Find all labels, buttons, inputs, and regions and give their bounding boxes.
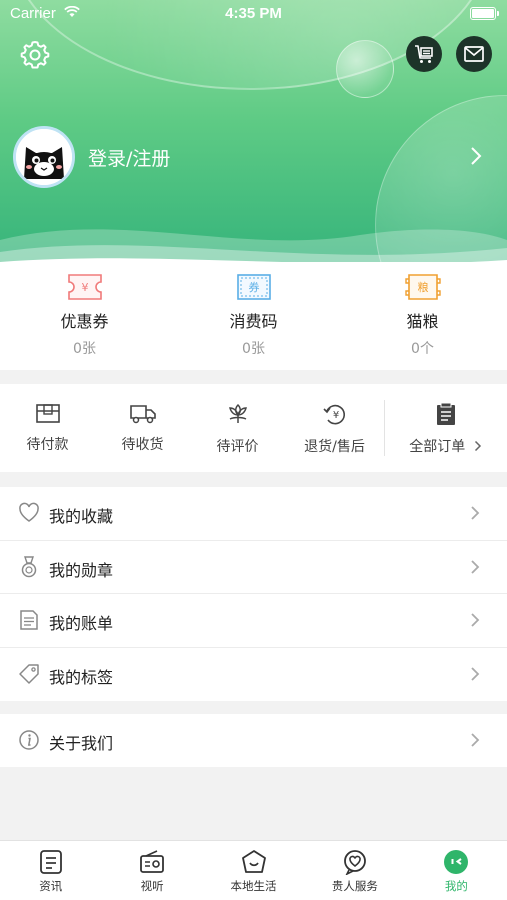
asset-value: 0张 xyxy=(73,341,96,357)
header-wave xyxy=(0,229,507,262)
chevron-right-icon[interactable] xyxy=(470,146,482,166)
orders-row: 待付款 待收货 待评价 ¥ 退货/售后 全部订单 xyxy=(0,384,507,472)
chevron-right-icon xyxy=(474,440,481,452)
svg-text:券: 券 xyxy=(248,280,259,294)
tab-local-life[interactable]: 本地生活 xyxy=(203,841,304,900)
asset-label: 消费码 xyxy=(229,312,278,331)
clipboard-icon xyxy=(436,402,455,425)
menu-item-bills[interactable]: 我的账单 xyxy=(0,594,507,648)
chevron-right-icon xyxy=(471,666,480,681)
order-all[interactable]: 全部订单 xyxy=(384,384,507,472)
order-label: 全部订单 xyxy=(384,436,507,456)
order-label: 退货/售后 xyxy=(304,439,365,455)
menu-item-label: 我的收藏 xyxy=(49,507,114,526)
tag-icon xyxy=(19,663,39,684)
svg-text:¥: ¥ xyxy=(332,410,338,421)
asset-value: 0张 xyxy=(242,341,265,357)
order-label: 待评价 xyxy=(216,439,259,455)
menu-item-medals[interactable]: 我的勋章 xyxy=(0,541,507,594)
tab-bar: 资讯 视听 本地生活 贵人服务 我的 xyxy=(0,840,507,900)
order-pending-review[interactable]: 待评价 xyxy=(190,384,285,472)
svg-text:¥: ¥ xyxy=(81,281,88,294)
tab-label: 视听 xyxy=(140,879,164,893)
assets-row: ¥ 优惠券 0张 券 消费码 0张 粮 猫粮 0个 xyxy=(0,262,507,370)
tab-vip-service[interactable]: 贵人服务 xyxy=(304,841,405,900)
avatar[interactable] xyxy=(13,126,75,188)
asset-label: 优惠券 xyxy=(60,312,109,331)
chevron-right-icon xyxy=(471,506,480,520)
profile-header: Carrier 4:35 PM 登录/注册 xyxy=(0,0,507,262)
cat-avatar-icon xyxy=(16,129,72,185)
mail-icon xyxy=(464,46,484,62)
asset-value: 0个 xyxy=(411,341,434,357)
menu-item-about[interactable]: 关于我们 xyxy=(0,714,507,768)
status-time: 4:35 PM xyxy=(225,5,282,22)
tab-label: 我的 xyxy=(444,879,468,893)
asset-voucher[interactable]: 券 消费码 0张 xyxy=(169,262,338,370)
coupon-icon: ¥ xyxy=(67,274,102,300)
battery-icon xyxy=(470,7,499,20)
home-icon xyxy=(241,850,266,873)
order-all-label: 全部订单 xyxy=(409,439,466,455)
chevron-right-icon xyxy=(471,613,480,627)
menu-item-label: 我的标签 xyxy=(49,667,114,687)
decorative-bubble xyxy=(336,40,394,98)
tab-label: 本地生活 xyxy=(230,879,277,893)
chevron-right-icon xyxy=(471,733,480,747)
tab-media[interactable]: 视听 xyxy=(101,841,202,900)
menu-item-tags[interactable]: 我的标签 xyxy=(0,648,507,702)
wallet-icon xyxy=(35,404,60,423)
info-icon xyxy=(19,730,39,750)
tab-news[interactable]: 资讯 xyxy=(0,841,101,900)
shopping-cart-button[interactable] xyxy=(406,36,442,72)
order-pending-receipt[interactable]: 待收货 xyxy=(95,384,190,472)
menu-item-label: 我的账单 xyxy=(49,614,114,633)
messages-button[interactable] xyxy=(456,36,492,72)
truck-icon xyxy=(129,405,156,424)
tab-me[interactable]: 我的 xyxy=(406,841,507,900)
profile-icon xyxy=(444,850,469,874)
settings-gear-icon[interactable] xyxy=(20,39,50,69)
flower-icon xyxy=(228,403,247,423)
order-pending-payment[interactable]: 待付款 xyxy=(0,384,95,472)
menu-item-favorites[interactable]: 我的收藏 xyxy=(0,487,507,541)
bill-icon xyxy=(20,610,38,630)
cat-food-icon: 粮 xyxy=(404,274,441,300)
order-refund-aftersales[interactable]: ¥ 退货/售后 xyxy=(285,384,384,472)
asset-cat-food[interactable]: 粮 猫粮 0个 xyxy=(338,262,507,370)
asset-coupon[interactable]: ¥ 优惠券 0张 xyxy=(0,262,169,370)
cart-icon xyxy=(415,45,433,63)
service-icon xyxy=(344,850,366,875)
tab-label: 资讯 xyxy=(39,879,63,893)
svg-text:粮: 粮 xyxy=(417,280,428,294)
menu-list: 我的收藏 我的勋章 我的账单 我的标签 xyxy=(0,487,507,701)
radio-icon xyxy=(140,850,165,873)
order-label: 待收货 xyxy=(121,437,164,453)
status-bar: Carrier 4:35 PM xyxy=(0,0,507,28)
menu-item-label: 关于我们 xyxy=(49,734,114,753)
order-label: 待付款 xyxy=(26,437,69,453)
about-section: 关于我们 xyxy=(0,714,507,767)
news-icon xyxy=(39,850,62,874)
medal-icon xyxy=(21,555,37,577)
refund-icon: ¥ xyxy=(322,404,345,425)
heart-icon xyxy=(19,502,39,522)
tab-label: 贵人服务 xyxy=(331,879,378,893)
chevron-right-icon xyxy=(471,559,480,574)
asset-label: 猫粮 xyxy=(406,312,439,331)
menu-item-label: 我的勋章 xyxy=(49,560,114,580)
login-register-link[interactable]: 登录/注册 xyxy=(88,144,170,171)
voucher-icon: 券 xyxy=(236,274,271,300)
